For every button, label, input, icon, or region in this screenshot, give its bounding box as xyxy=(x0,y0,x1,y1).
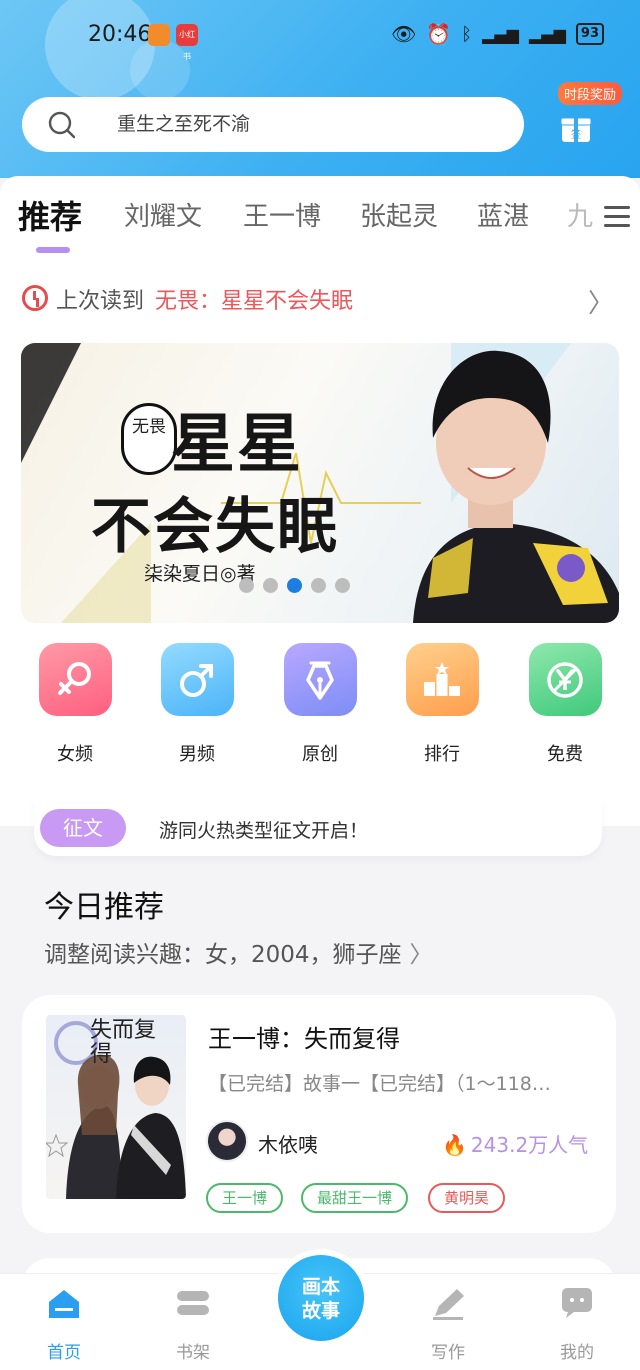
status-time: 20:46 xyxy=(88,22,152,47)
status-bar: 20:46 小红书 👁 ⏰ ᛒ ▂▄▆ ▂▄▆ 93 xyxy=(0,22,640,61)
section-title: 今日推荐 xyxy=(44,890,164,925)
popularity-value: 243.2万人气 xyxy=(470,1133,589,1157)
contest-notice[interactable]: 征文 游同火热类型征文开启！ xyxy=(34,800,602,856)
nav-profile[interactable]: 我的 xyxy=(537,1286,617,1363)
banner-title-line2: 不会失眠 xyxy=(91,492,339,562)
fountain-pen-icon xyxy=(283,643,357,716)
book-card[interactable]: 失而复得 王一博：失而复得 【已完结】故事一【已完结】（1～118… 木依咦 🔥… xyxy=(22,995,616,1233)
bookshelf-icon xyxy=(177,1291,209,1315)
nav-label: 我的 xyxy=(560,1343,594,1363)
tab-liu-yaowen[interactable]: 刘耀文 xyxy=(124,196,202,233)
battery-icon: 93 xyxy=(575,23,604,45)
carousel-dot[interactable] xyxy=(311,578,326,593)
popularity: 🔥 243.2万人气 xyxy=(442,1129,588,1158)
tab-menu-button[interactable] xyxy=(598,200,634,234)
gift-icon: 签 xyxy=(560,117,592,142)
gift-text: 签 xyxy=(571,128,581,141)
category-label: 免费 xyxy=(547,744,583,765)
contest-text: 游同火热类型征文开启！ xyxy=(159,820,369,842)
category-free[interactable]: 免费 xyxy=(520,643,610,766)
menu-icon xyxy=(604,206,630,209)
book-tag[interactable]: 王一博 xyxy=(206,1183,284,1213)
xiaohongshu-app-icon: 小红书 xyxy=(176,24,198,61)
contest-tag: 征文 xyxy=(40,809,126,847)
time-reward-button[interactable]: 时段奖励 签 xyxy=(558,82,624,152)
book-tag[interactable]: 黄明昊 xyxy=(428,1183,506,1213)
banner-badge: 无畏 xyxy=(121,403,177,475)
book-tag[interactable]: 最甜王一博 xyxy=(301,1183,409,1213)
carousel-dot[interactable] xyxy=(239,578,254,593)
nav-write[interactable]: 写作 xyxy=(408,1286,488,1363)
pen-icon xyxy=(433,1289,464,1320)
category-label: 排行 xyxy=(424,744,460,765)
category-ranking[interactable]: 排行 xyxy=(397,643,487,766)
search-bar[interactable]: 重生之至死不渝 xyxy=(22,97,524,152)
chevron-right-icon: 〉 xyxy=(587,289,614,319)
male-icon xyxy=(160,643,234,716)
carousel-dots[interactable] xyxy=(239,578,350,593)
flame-icon: 🔥 xyxy=(442,1133,467,1157)
last-read-prefix: 上次读到 xyxy=(56,289,145,314)
profile-chat-icon xyxy=(562,1288,592,1318)
tab-jiu[interactable]: 九 xyxy=(567,196,593,233)
tab-zhang-qiling[interactable]: 张起灵 xyxy=(360,196,438,233)
chevron-right-icon: 〉 xyxy=(409,942,433,968)
create-story-button[interactable]: 画本 故事 xyxy=(278,1255,364,1341)
cover-person-illustration xyxy=(413,350,619,623)
reading-interest-link[interactable]: 调整阅读兴趣：女，2004，狮子座〉 xyxy=(44,935,433,969)
last-read-book: 无畏：星星不会失眠 xyxy=(155,289,354,314)
category-label: 女频 xyxy=(57,744,93,765)
tab-wang-yibo[interactable]: 王一博 xyxy=(243,196,321,233)
yen-icon xyxy=(528,643,602,716)
last-read-row[interactable]: 上次读到 无畏：星星不会失眠 〉 xyxy=(22,283,622,319)
status-icons: 👁 ⏰ ᛒ ▂▄▆ ▂▄▆ 93 xyxy=(391,22,604,46)
carousel-dot[interactable] xyxy=(335,578,350,593)
active-tab-indicator xyxy=(36,247,70,253)
search-icon xyxy=(48,111,76,139)
nav-label: 写作 xyxy=(431,1343,465,1363)
category-male[interactable]: 男频 xyxy=(152,643,242,766)
book-description: 【已完结】故事一【已完结】（1～118… xyxy=(208,1073,551,1095)
carousel-dot[interactable] xyxy=(263,578,278,593)
category-label: 男频 xyxy=(179,744,215,765)
tab-recommend[interactable]: 推荐 xyxy=(18,192,82,238)
podium-icon xyxy=(405,643,479,716)
book-cover[interactable]: 失而复得 xyxy=(46,1015,186,1199)
author-avatar[interactable] xyxy=(206,1120,248,1162)
cover-title: 失而复得 xyxy=(90,1018,157,1067)
home-icon xyxy=(49,1290,79,1318)
category-label: 原创 xyxy=(302,744,338,765)
banner-title-line1: 星星 xyxy=(171,407,303,482)
clock-icon xyxy=(22,285,48,311)
bluetooth-icon: ᛒ xyxy=(461,23,473,45)
nav-label: 首页 xyxy=(47,1343,81,1363)
interest-text: 调整阅读兴趣：女，2004，狮子座 xyxy=(44,942,402,968)
author-name[interactable]: 木依咦 xyxy=(258,1129,318,1158)
category-female[interactable]: 女频 xyxy=(30,643,120,766)
category-original[interactable]: 原创 xyxy=(275,643,365,766)
nav-home[interactable]: 首页 xyxy=(24,1286,104,1363)
tab-lan-zhan[interactable]: 蓝湛 xyxy=(477,196,529,233)
book-title[interactable]: 王一博：失而复得 xyxy=(208,1019,400,1054)
reward-label: 时段奖励 xyxy=(558,82,623,105)
eye-icon: 👁 xyxy=(390,22,417,46)
nav-bookshelf[interactable]: 书架 xyxy=(153,1286,233,1363)
notification-app-icon xyxy=(148,24,170,46)
fab-line2: 故事 xyxy=(301,1300,340,1322)
category-tabs: 推荐 刘耀文 王一博 张起灵 蓝湛 九 xyxy=(0,196,640,256)
female-icon xyxy=(38,643,112,716)
alarm-icon: ⏰ xyxy=(426,22,452,46)
fab-line1: 画本 xyxy=(301,1276,340,1298)
carousel-dot-active[interactable] xyxy=(287,578,302,593)
signal-icon: ▂▄▆ xyxy=(528,24,566,44)
search-placeholder: 重生之至死不渝 xyxy=(117,113,251,135)
nav-label: 书架 xyxy=(176,1343,210,1363)
signal-icon: ▂▄▆ xyxy=(482,24,519,44)
